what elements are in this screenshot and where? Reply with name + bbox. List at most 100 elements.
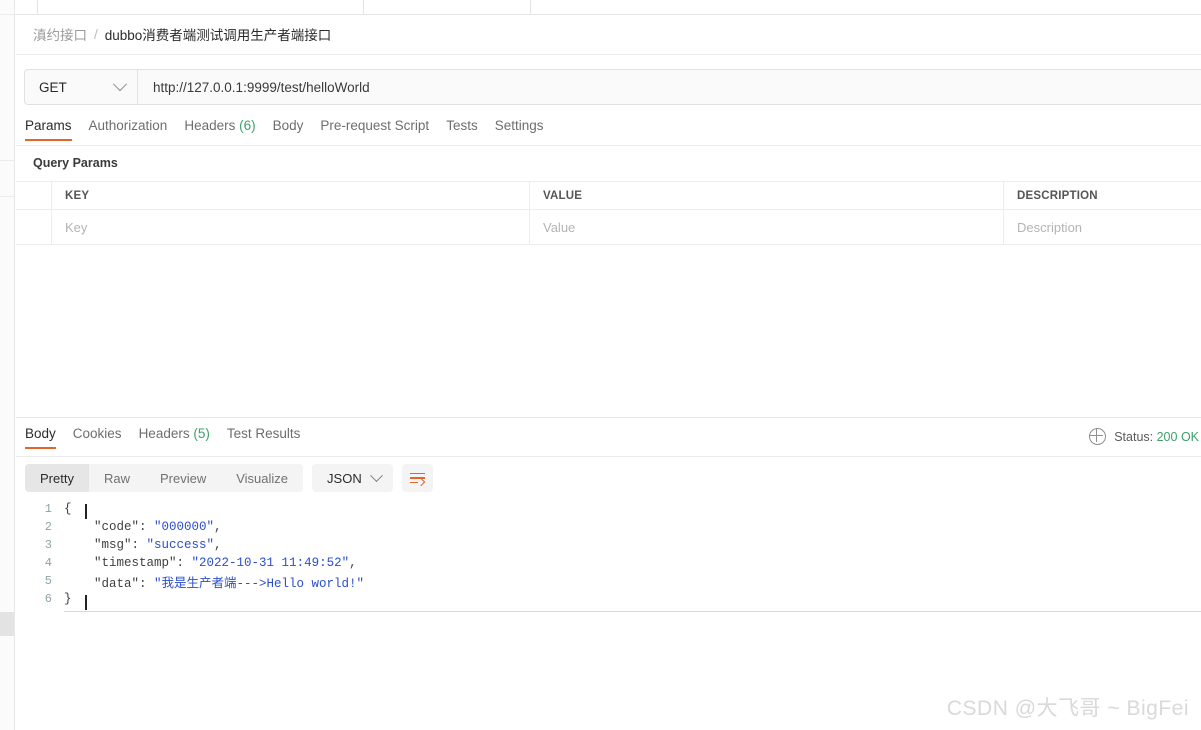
code-line-text: "code": "000000", [64, 520, 222, 534]
request-tab-label: Tests [446, 118, 478, 133]
view-mode-segment: Pretty Raw Preview Visualize [25, 464, 304, 492]
chevron-down-icon [112, 77, 128, 92]
text-caret [85, 595, 87, 610]
response-tab-label: Test Results [226, 426, 301, 441]
code-line-text: } [64, 592, 72, 606]
status-badge: Status: 200 OK [1114, 430, 1199, 444]
url-text: http://127.0.0.1:9999/test/helloWorld [153, 79, 370, 95]
response-bottom-area: CSDN @大飞哥 ~ BigFei [16, 616, 1201, 730]
view-mode-visualize[interactable]: Visualize [221, 464, 303, 492]
response-format-select[interactable]: JSON [312, 464, 393, 492]
breadcrumb-current[interactable]: dubbo消费者端测试调用生产者端接口 [105, 24, 332, 44]
code-token: } [64, 592, 72, 606]
code-token: "code" [64, 520, 140, 534]
param-key-input[interactable]: Key [52, 210, 530, 244]
code-line-text: "timestamp": "2022-10-31 11:49:52", [64, 556, 357, 570]
url-input[interactable]: http://127.0.0.1:9999/test/helloWorld [137, 69, 1201, 105]
code-token: { [64, 502, 72, 516]
sidebar-scroll-handle[interactable] [0, 612, 14, 636]
rail-divider [0, 160, 14, 161]
active-line-underline [64, 611, 1201, 612]
rail-divider [0, 196, 14, 197]
request-tabs: Params Authorization Headers (6) Body Pre-re… [25, 118, 560, 141]
request-tab-tests[interactable]: Tests [446, 118, 495, 141]
request-tab-label: Headers [184, 118, 236, 133]
request-tab-body[interactable]: Body [273, 118, 321, 141]
code-line: 3 "msg": "success", [16, 536, 1201, 554]
param-description-input[interactable]: Description [1004, 210, 1201, 244]
code-token: "2022-10-31 11:49:52" [191, 556, 350, 570]
code-token: , [214, 520, 222, 534]
column-header-value: VALUE [530, 182, 1004, 209]
code-line: 4 "timestamp": "2022-10-31 11:49:52", [16, 554, 1201, 572]
background-tab-2[interactable] [530, 0, 1201, 14]
line-number: 6 [44, 592, 52, 606]
breadcrumb-separator: / [94, 26, 98, 42]
tab-strip-cutoff [0, 0, 1201, 15]
code-token: "timestamp" [64, 556, 177, 570]
line-number: 5 [44, 574, 52, 588]
background-tab-1[interactable] [37, 0, 364, 14]
row-select-cell [16, 182, 52, 209]
response-body-code[interactable]: 1{2 "code": "000000", 3 "msg": "success",… [16, 500, 1201, 615]
request-tab-authorization[interactable]: Authorization [89, 118, 185, 141]
line-number: 4 [44, 556, 52, 570]
response-divider [16, 417, 1201, 418]
row-checkbox-cell[interactable] [16, 210, 52, 244]
column-header-description: DESCRIPTION [1017, 189, 1098, 202]
request-tab-label: Params [25, 118, 72, 133]
request-tab-count: (6) [235, 118, 256, 133]
code-token: "msg" [64, 538, 132, 552]
view-mode-preview[interactable]: Preview [145, 464, 221, 492]
breadcrumb-parent[interactable]: 滇约接口 [33, 24, 87, 44]
code-token: "我是生产者端--->Hello world!" [154, 576, 365, 591]
breadcrumb: 滇约接口 / dubbo消费者端测试调用生产者端接口 [16, 14, 1201, 55]
code-token: "success" [146, 538, 215, 552]
response-body-toolbar: Pretty Raw Preview Visualize JSON [25, 464, 433, 492]
response-tab-body[interactable]: Body [25, 426, 73, 449]
request-tab-headers[interactable]: Headers (6) [184, 118, 272, 141]
code-token: : [139, 520, 155, 534]
code-line: 6} [16, 590, 1201, 608]
code-token: : [176, 556, 192, 570]
request-tab-pre-request-script[interactable]: Pre-request Script [320, 118, 446, 141]
table-row[interactable]: Key Value Description [16, 210, 1201, 245]
request-tab-params[interactable]: Params [25, 118, 89, 141]
response-tab-headers[interactable]: Headers (5) [139, 426, 227, 449]
code-line: 5 "data": "我是生产者端--->Hello world!" [16, 572, 1201, 591]
code-line: 2 "code": "000000", [16, 518, 1201, 536]
response-tabs-divider [16, 456, 1201, 457]
column-header-key: KEY [52, 182, 530, 209]
response-status-bar: Status: 200 OK [1088, 427, 1201, 445]
view-mode-raw[interactable]: Raw [89, 464, 145, 492]
request-tab-label: Pre-request Script [320, 118, 430, 133]
code-token: , [349, 556, 357, 570]
query-params-title: Query Params [33, 156, 118, 170]
status-value: 200 OK [1156, 429, 1199, 444]
text-caret-top [85, 504, 87, 519]
code-token: "000000" [154, 520, 215, 534]
response-tab-cookies[interactable]: Cookies [73, 426, 139, 449]
wrap-lines-button[interactable] [401, 464, 433, 492]
code-token: "data" [64, 576, 140, 591]
request-tabs-divider [16, 145, 1201, 146]
view-mode-pretty[interactable]: Pretty [25, 464, 89, 492]
request-tab-label: Body [272, 118, 304, 133]
chevron-down-icon [369, 468, 383, 482]
code-line: 1{ [16, 500, 1201, 518]
collapsed-sidebar-rail[interactable] [0, 0, 15, 730]
code-token: : [131, 538, 147, 552]
code-line-text: "msg": "success", [64, 538, 222, 552]
response-tabs: Body Cookies Headers (5) Test Results [25, 426, 317, 449]
http-method-label: GET [39, 79, 67, 95]
line-number: 3 [44, 538, 52, 552]
request-tab-settings[interactable]: Settings [495, 118, 561, 141]
watermark: CSDN @大飞哥 ~ BigFei [946, 697, 1189, 720]
code-token: , [214, 538, 222, 552]
response-tab-count: (5) [189, 426, 210, 441]
line-number: 1 [44, 502, 52, 516]
param-value-input[interactable]: Value [530, 210, 1004, 244]
rail-divider [0, 14, 14, 15]
response-tab-test-results[interactable]: Test Results [227, 426, 318, 449]
http-method-select[interactable]: GET [24, 69, 137, 105]
